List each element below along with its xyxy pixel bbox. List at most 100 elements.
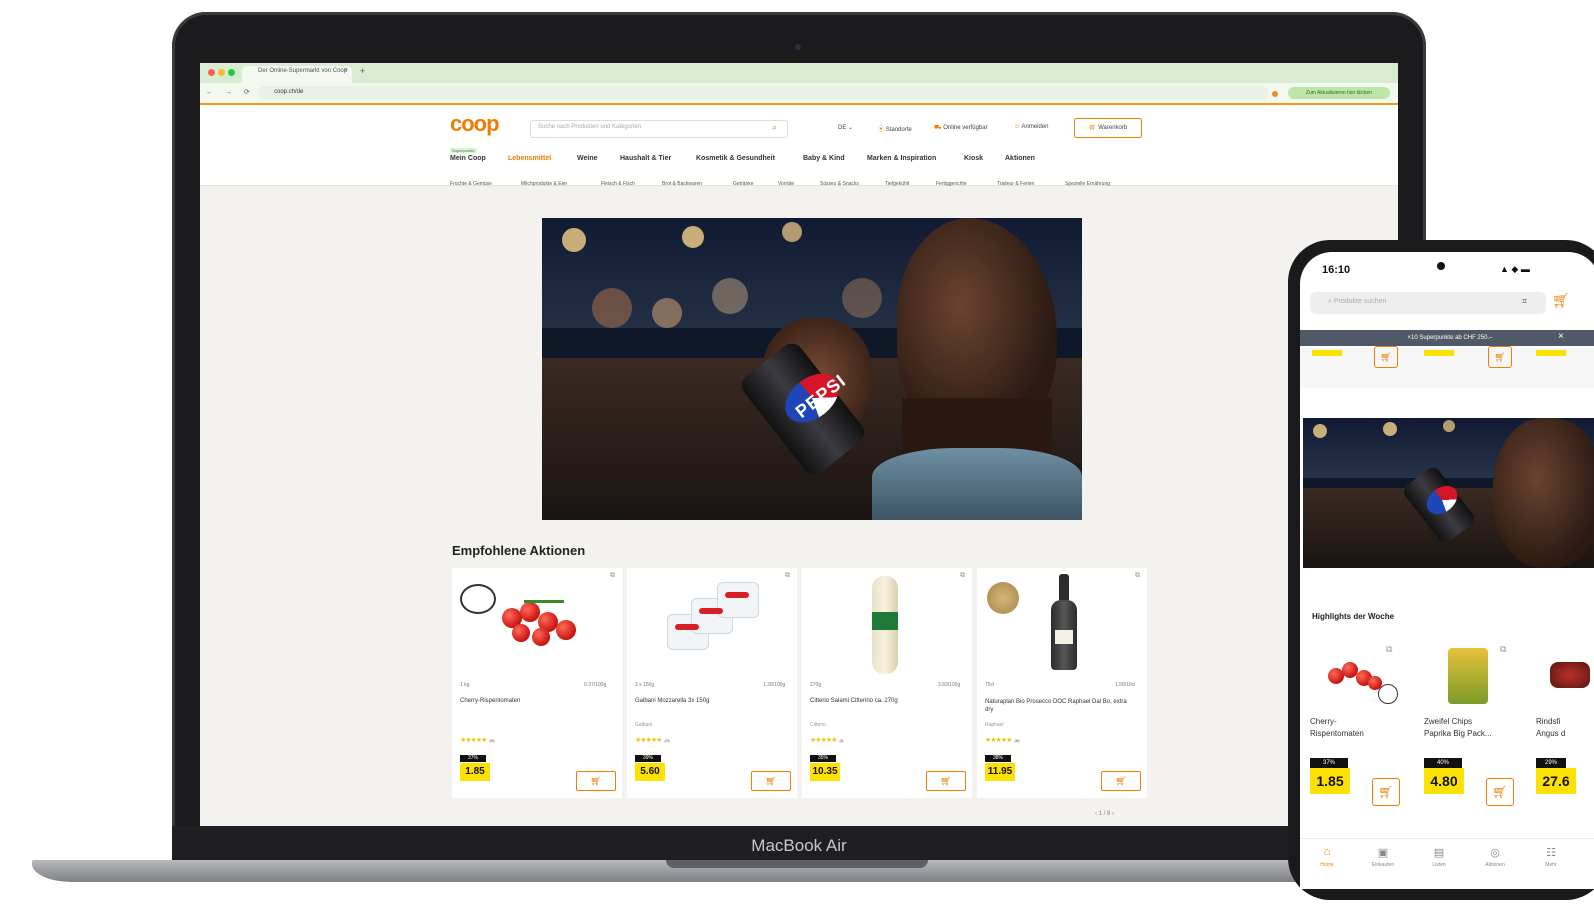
meat-product-icon xyxy=(1550,662,1590,688)
bokeh-light xyxy=(682,226,704,248)
mozzarella-label-icon xyxy=(699,608,723,614)
phone-product-name[interactable]: Cherry- Rispentomaten xyxy=(1310,716,1364,740)
close-icon[interactable]: × xyxy=(1558,331,1564,342)
search-icon[interactable]: ⌕ xyxy=(772,122,777,133)
category-kiosk[interactable]: Kiosk xyxy=(964,155,983,162)
product-card[interactable]: ⧉ 3 x 150g 1.28/100g Galbani Mozzarella … xyxy=(627,568,797,798)
browser-update-button[interactable]: Zum Aktualisieren hier klicken xyxy=(1288,87,1390,99)
barcode-scan-icon[interactable]: ⌗ xyxy=(1522,296,1527,307)
percent-icon[interactable]: ◎ xyxy=(1470,846,1520,859)
header-link-standorte[interactable]: ⦿ Standorte xyxy=(878,124,912,133)
favorite-icon[interactable]: ⧉ xyxy=(1386,644,1392,655)
tab-home[interactable]: Home xyxy=(1302,862,1352,868)
phone-product-name[interactable]: Zweifel Chips Paprika Big Pack... xyxy=(1424,716,1492,740)
discount-badge: 35% xyxy=(810,755,836,762)
tab-aktionen[interactable]: Aktionen xyxy=(1470,862,1520,868)
rating-stars: ★★★★★ (398) xyxy=(985,737,1020,744)
subcategory-milch[interactable]: Milchprodukte & Eier xyxy=(521,181,567,187)
subcategory-getraenke[interactable]: Getränke xyxy=(733,181,754,187)
favorite-icon[interactable]: ⧉ xyxy=(610,572,615,580)
phone-camera xyxy=(1437,262,1445,270)
subcategory-suesses[interactable]: Süsses & Snacks xyxy=(820,181,859,187)
superpunkte-badge: Superpunkte xyxy=(450,148,477,153)
phone-cart-icon[interactable]: 🛒︎ xyxy=(1552,292,1570,309)
phone-product-price: 4.80 xyxy=(1424,768,1464,794)
subcategory-ernaehrung[interactable]: Spezielle Ernährung xyxy=(1065,181,1110,187)
product-unit-price: 1.28/100g xyxy=(763,682,786,688)
favorite-icon[interactable]: ⧉ xyxy=(1135,572,1140,580)
tomato-product-icon xyxy=(556,620,576,640)
category-marken[interactable]: Marken & Inspiration xyxy=(867,155,936,162)
laptop-label: MacBook Air xyxy=(751,836,847,855)
list-icon[interactable]: ▤ xyxy=(1414,846,1464,859)
product-card[interactable]: ⧉ 75cl 1.58/10cl Naturaplan Bio Prosecco… xyxy=(977,568,1147,798)
window-close-dot[interactable] xyxy=(208,69,215,76)
extension-icon[interactable] xyxy=(1272,91,1278,97)
product-name[interactable]: Citterio Salami Citterino ca. 270g xyxy=(810,698,898,704)
wochenaktion-badge-icon xyxy=(1378,684,1398,704)
add-to-cart-button[interactable]: 🛒︎ xyxy=(926,771,966,791)
category-baby[interactable]: Baby & Kind xyxy=(803,155,845,162)
phone-time: 16:10 xyxy=(1322,264,1351,276)
subcategory-brot[interactable]: Brot & Backwaren xyxy=(662,181,702,187)
tab-close-icon[interactable]: × xyxy=(344,67,348,74)
product-name[interactable]: Naturaplan Bio Prosecco DOC Raphael Dal … xyxy=(985,698,1135,714)
subcategory-fruechte[interactable]: Früchte & Gemüse xyxy=(450,181,492,187)
new-tab-icon[interactable]: + xyxy=(360,66,365,76)
chevron-left-icon[interactable]: ‹ xyxy=(1095,811,1097,817)
product-price: 1.85 xyxy=(460,763,490,781)
truck-icon: ⛟ xyxy=(934,125,942,131)
add-to-cart-button[interactable]: 🛒︎ xyxy=(1101,771,1141,791)
browser-nav-icons[interactable]: ← → ⟳ xyxy=(206,88,255,96)
cart-icon: 🛒︎ xyxy=(1088,125,1097,131)
phone-strip-cart-button[interactable]: 🛒︎ xyxy=(1374,346,1398,368)
phone-add-to-cart-button[interactable]: 🛒︎ xyxy=(1486,778,1514,806)
subcategory-vorraete[interactable]: Vorräte xyxy=(778,181,794,187)
tab-listen[interactable]: Listen xyxy=(1414,862,1464,868)
subcategory-fertiggerichte[interactable]: Fertiggerichte xyxy=(936,181,967,187)
tab-mehr[interactable]: Mehr xyxy=(1526,862,1576,868)
product-name[interactable]: Galbani Mozzarella 3x 150g xyxy=(635,698,709,704)
header-link-login[interactable]: ☺ Anmelden xyxy=(1014,124,1049,130)
phone-promo-banner[interactable]: ×10 Superpunkte ab CHF 250.– xyxy=(1300,330,1594,346)
category-weine[interactable]: Weine xyxy=(577,155,598,162)
mozzarella-label-icon xyxy=(675,624,699,630)
favorite-icon[interactable]: ⧉ xyxy=(785,572,790,580)
product-name[interactable]: Cherry-Rispentomaten xyxy=(460,698,520,704)
hero-banner[interactable]: PEPSI xyxy=(542,218,1082,520)
shopping-bag-icon[interactable]: ▣ xyxy=(1358,846,1408,859)
category-mein-coop[interactable]: Mein Coop xyxy=(450,155,486,162)
cart-button[interactable]: 🛒︎ Warenkorb xyxy=(1074,118,1142,138)
laptop-opening-notch xyxy=(666,860,928,868)
window-maximize-dot[interactable] xyxy=(228,69,235,76)
subcategory-fleisch[interactable]: Fleisch & Fisch xyxy=(601,181,635,187)
add-to-cart-button[interactable]: 🛒︎ xyxy=(751,771,791,791)
category-haushalt[interactable]: Haushalt & Tier xyxy=(620,155,671,162)
coop-logo[interactable]: coop xyxy=(450,111,500,137)
address-bar[interactable] xyxy=(258,86,1268,100)
phone-strip-cart-button[interactable]: 🛒︎ xyxy=(1488,346,1512,368)
tab-einkaufen[interactable]: Einkaufen xyxy=(1358,862,1408,868)
subcategory-tiefgekuehlt[interactable]: Tiefgekühlt xyxy=(885,181,909,187)
home-icon[interactable]: ⌂ xyxy=(1302,846,1352,858)
product-card[interactable]: ⧉ 1 kg 0.37/100g Cherry-Rispentomaten ★★… xyxy=(452,568,622,798)
category-aktionen[interactable]: Aktionen xyxy=(1005,155,1035,162)
window-minimize-dot[interactable] xyxy=(218,69,225,76)
category-lebensmittel[interactable]: Lebensmittel xyxy=(508,155,551,162)
favorite-icon[interactable]: ⧉ xyxy=(960,572,965,580)
more-icon[interactable]: ☷ xyxy=(1526,846,1576,859)
product-brand: Citterio xyxy=(810,722,826,728)
add-to-cart-button[interactable]: 🛒︎ xyxy=(576,771,616,791)
header-link-online[interactable]: ⛟ Online verfügbar xyxy=(934,124,988,132)
carousel-pager[interactable]: ‹ 1 / 8 › xyxy=(1095,811,1114,817)
favorite-icon[interactable]: ⧉ xyxy=(1500,644,1506,655)
product-card[interactable]: ⧉ 270g 3.83/100g Citterio Salami Citteri… xyxy=(802,568,972,798)
language-select[interactable]: DE ⌄ xyxy=(838,124,853,131)
phone-add-to-cart-button[interactable]: 🛒︎ xyxy=(1372,778,1400,806)
subcategory-traiteur[interactable]: Traiteur & Ferien xyxy=(997,181,1034,187)
product-price: 10.35 xyxy=(810,763,840,781)
phone-product-name[interactable]: Rindsfi Angus d xyxy=(1536,716,1565,740)
category-kosmetik[interactable]: Kosmetik & Gesundheit xyxy=(696,155,775,162)
phone-hero-banner[interactable] xyxy=(1303,418,1594,568)
chevron-right-icon[interactable]: › xyxy=(1112,811,1114,817)
